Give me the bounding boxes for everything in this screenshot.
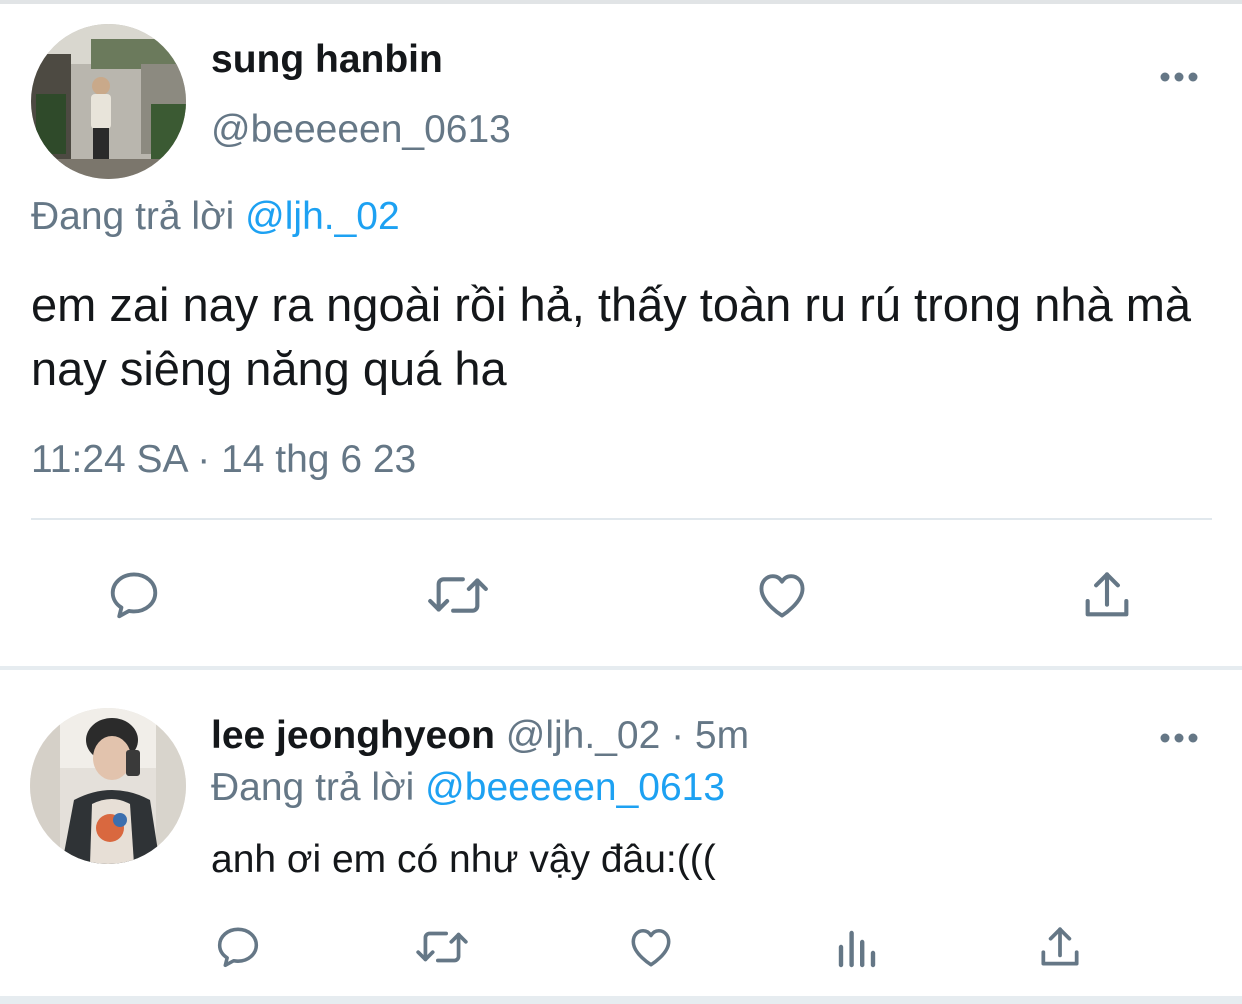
user-handle[interactable]: @beeeeen_0613 bbox=[211, 108, 511, 152]
handle-and-time[interactable]: @ljh._02 · 5m bbox=[506, 714, 749, 757]
reply-context-label: Đang trả lời bbox=[211, 766, 415, 809]
thread-divider bbox=[0, 666, 1242, 670]
like-icon[interactable] bbox=[625, 922, 677, 972]
more-options-icon[interactable] bbox=[1159, 70, 1199, 84]
reply-context-label: Đang trả lời bbox=[31, 195, 235, 238]
reply-header: lee jeonghyeon @ljh._02 · 5m bbox=[211, 714, 749, 758]
avatar[interactable] bbox=[31, 24, 186, 179]
display-name[interactable]: lee jeonghyeon bbox=[211, 714, 495, 757]
reply-context: Đang trả lời @beeeeen_0613 bbox=[211, 766, 725, 810]
avatar[interactable] bbox=[30, 708, 186, 864]
divider bbox=[31, 518, 1212, 520]
reply-mention-link[interactable]: @ljh._02 bbox=[245, 195, 400, 238]
retweet-icon[interactable] bbox=[413, 922, 471, 972]
reply-icon[interactable] bbox=[105, 566, 163, 624]
bottom-divider bbox=[0, 996, 1242, 1004]
tweet-text: anh ơi em có như vậy đâu:((( bbox=[211, 838, 716, 881]
share-icon[interactable] bbox=[1035, 922, 1085, 972]
tweet-text: em zai nay ra ngoài rồi hả, thấy toàn ru… bbox=[31, 278, 1191, 395]
display-name[interactable]: sung hanbin bbox=[211, 38, 443, 82]
like-icon[interactable] bbox=[752, 566, 812, 624]
retweet-icon[interactable] bbox=[424, 566, 492, 624]
avatar-photo-icon bbox=[30, 708, 186, 864]
more-options-icon[interactable] bbox=[1159, 731, 1199, 745]
tweet-timestamp[interactable]: 11:24 SA · 14 thg 6 23 bbox=[31, 438, 416, 482]
share-icon[interactable] bbox=[1078, 566, 1136, 624]
analytics-icon[interactable] bbox=[833, 922, 881, 972]
reply-context: Đang trả lời @ljh._02 bbox=[31, 195, 400, 239]
reply-icon[interactable] bbox=[213, 922, 263, 972]
avatar-photo-icon bbox=[31, 24, 186, 179]
reply-mention-link[interactable]: @beeeeen_0613 bbox=[425, 766, 725, 809]
